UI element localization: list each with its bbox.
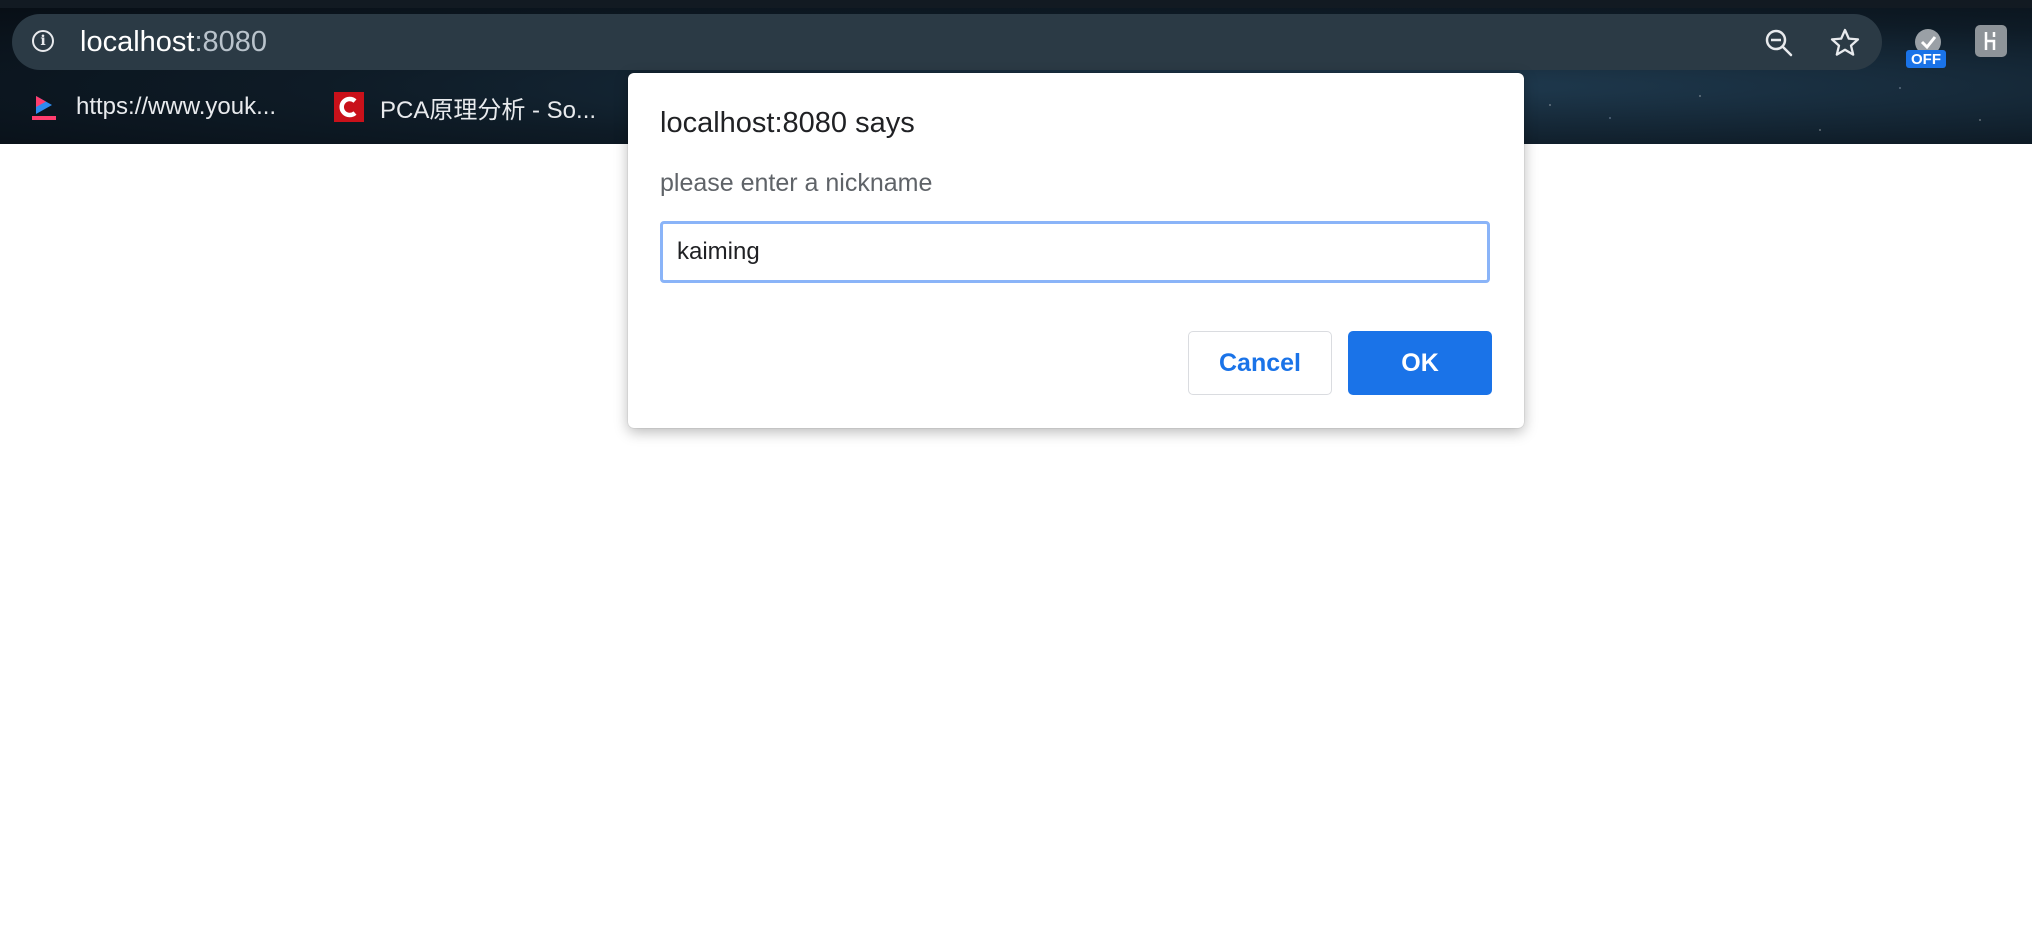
bookmark-label: https://www.youk... [76,93,277,120]
nickname-input[interactable] [660,221,1490,283]
youku-favicon [32,96,56,120]
bookmark-label: PCA原理分析 - So... [380,96,597,124]
bookmark-item[interactable]: https://www.youk... [30,88,276,126]
zoom-out-icon[interactable] [1764,28,1794,58]
cancel-button[interactable]: Cancel [1188,331,1332,395]
address-bar[interactable]: i localhost:8080 [12,14,1882,70]
url-host: localhost [80,26,195,58]
info-icon[interactable]: i [32,30,54,52]
prompt-dialog: localhost:8080 says please enter a nickn… [628,73,1524,428]
ok-button[interactable]: OK [1348,331,1492,395]
dialog-title: localhost:8080 says [660,107,915,139]
extension-icon[interactable]: OFF [1906,26,1946,70]
extension-icon-2[interactable] [1974,24,2008,58]
dialog-message: please enter a nickname [660,169,933,197]
url-text[interactable]: localhost:8080 [80,26,267,58]
extension-badge: OFF [1911,51,1941,68]
url-port: :8080 [194,26,268,58]
star-icon[interactable] [1830,28,1860,58]
bookmark-item[interactable]: PCA原理分析 - So... [334,88,596,126]
csdn-favicon [334,92,364,122]
window-top-edge [0,0,2032,8]
